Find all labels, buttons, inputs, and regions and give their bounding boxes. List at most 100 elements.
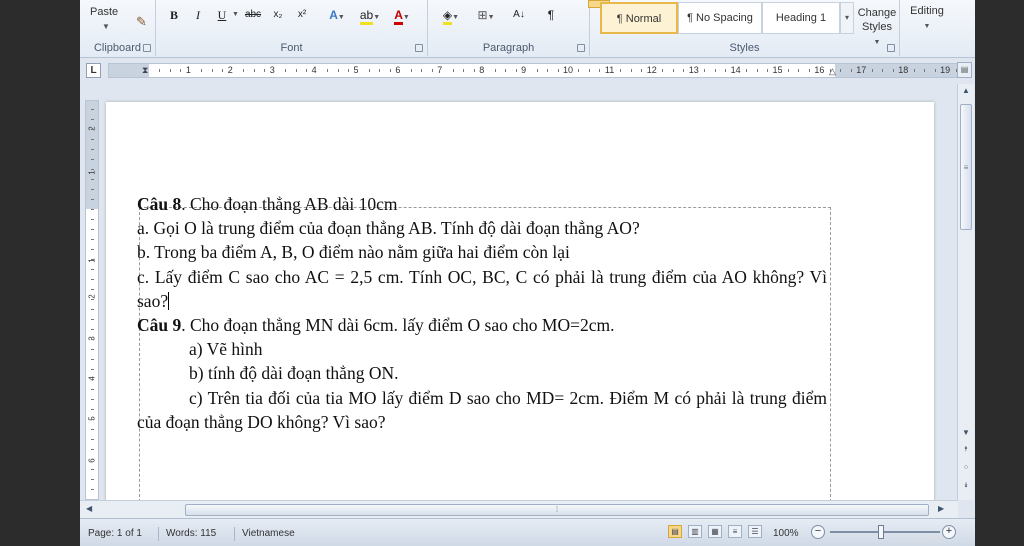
styles-gallery-more-icon[interactable]: ▾: [840, 2, 854, 34]
word-count[interactable]: Words: 115: [166, 528, 216, 539]
view-ruler-icon[interactable]: ▤: [957, 62, 972, 78]
bold-button[interactable]: B: [168, 6, 180, 24]
vertical-scrollbar[interactable]: ▲ ≡ ▼ ⯭ ○ ⯯: [957, 84, 974, 500]
change-styles-label: Change Styles: [857, 7, 897, 33]
web-layout-icon[interactable]: ▦: [708, 525, 722, 538]
paste-button[interactable]: Paste: [90, 6, 118, 18]
page-count[interactable]: Page: 1 of 1: [88, 528, 142, 539]
ruler-tick: [337, 69, 339, 72]
vertical-ruler-tick: [91, 319, 94, 320]
scroll-left-icon[interactable]: ◀: [86, 504, 92, 513]
editing-label: Editing: [910, 5, 944, 17]
ruler-tick: [871, 69, 873, 72]
vertical-ruler-tick: [91, 229, 94, 230]
editing-button[interactable]: Editing ▼: [904, 4, 950, 34]
borders-icon[interactable]: ⊞▼: [474, 6, 498, 24]
horizontal-scrollbar[interactable]: ◀ ⁞ ▶: [80, 500, 958, 518]
tab-selector-button[interactable]: L: [86, 63, 101, 78]
ruler-number: 7: [437, 65, 443, 75]
ruler-tick: [892, 69, 894, 72]
ruler-tick: [630, 69, 632, 72]
previous-page-icon[interactable]: ⯭: [962, 446, 970, 454]
font-color-icon[interactable]: A▼: [390, 6, 414, 25]
word-window: Paste ▼ ✎ Clipboard B I U ▼ abc x₂ x² A▼…: [80, 0, 975, 546]
style-heading-1[interactable]: Heading 1: [762, 2, 840, 34]
sort-icon[interactable]: A↓: [510, 6, 528, 24]
print-layout-view-icon[interactable]: ▤: [668, 525, 682, 538]
next-page-icon[interactable]: ⯯: [962, 482, 970, 490]
language-indicator[interactable]: Vietnamese: [242, 528, 295, 539]
zoom-out-button[interactable]: −: [811, 525, 825, 539]
ruler-tick: [389, 69, 391, 72]
style-no-spacing[interactable]: ¶ No Spacing: [678, 2, 762, 34]
style-normal[interactable]: ¶ Normal: [600, 2, 678, 34]
clipboard-launcher-icon[interactable]: [143, 44, 151, 52]
scroll-down-icon[interactable]: ▼: [961, 428, 971, 440]
ruler-tick: [379, 69, 381, 72]
ruler-tick: [295, 69, 297, 72]
strikethrough-button[interactable]: abc: [244, 6, 262, 24]
scroll-right-icon[interactable]: ▶: [938, 504, 944, 513]
horizontal-ruler[interactable]: 1 2 3 4 5 6 7 8 9 10 11 12 13 14 15 16 17 18 19 ⧗ △: [108, 63, 966, 78]
font-launcher-icon[interactable]: [415, 44, 423, 52]
vertical-ruler-tick: [91, 149, 94, 150]
vertical-ruler-tick: [91, 299, 94, 300]
draft-view-icon[interactable]: ☰: [748, 525, 762, 538]
ruler-tick: [547, 69, 549, 72]
zoom-in-button[interactable]: +: [942, 525, 956, 539]
vertical-ruler-tick: [91, 329, 94, 330]
underline-button[interactable]: U: [216, 6, 228, 24]
ruler-number: 9: [521, 65, 527, 75]
vertical-ruler-tick: [91, 109, 94, 110]
scroll-up-icon[interactable]: ▲: [961, 86, 971, 98]
q9-line: Câu 9. Cho đoạn thẳng MN dài 6cm. lấy đi…: [137, 313, 827, 337]
vertical-ruler[interactable]: 21123456: [85, 100, 99, 500]
text-effects-icon[interactable]: A▼: [326, 6, 348, 24]
full-screen-reading-icon[interactable]: ▥: [688, 525, 702, 538]
show-formatting-icon[interactable]: ¶: [544, 6, 558, 24]
italic-button[interactable]: I: [192, 6, 204, 24]
ruler-tick: [368, 69, 370, 72]
left-indent-marker-icon[interactable]: ⧗: [142, 64, 148, 77]
vertical-ruler-tick: [91, 239, 94, 240]
zoom-slider-thumb[interactable]: [878, 525, 884, 539]
ruler-tick: [934, 69, 936, 72]
ruler-number: 1: [185, 65, 191, 75]
document-text[interactable]: Câu 8. Cho đoạn thẳng AB dài 10cm a. Gọi…: [137, 192, 827, 434]
ruler-tick: [578, 69, 580, 72]
ruler-tick: [840, 69, 842, 72]
paragraph-launcher-icon[interactable]: [577, 44, 585, 52]
ruler-tick: [683, 69, 685, 72]
ruler-number: 12: [646, 65, 657, 75]
zoom-level[interactable]: 100%: [773, 528, 799, 539]
ruler-tick: [505, 69, 507, 72]
q9-text: . Cho đoạn thẳng MN dài 6cm. lấy điểm O …: [181, 315, 615, 336]
vertical-ruler-tick: [91, 199, 94, 200]
ruler-tick: [169, 69, 171, 72]
ruler-number: 18: [898, 65, 909, 75]
taskbar-clock: 9:34 PM: [910, 535, 944, 545]
vertical-ruler-tick: [91, 429, 94, 430]
vertical-scroll-thumb[interactable]: ≡: [960, 104, 972, 230]
vertical-ruler-top-margin: [86, 101, 98, 209]
vertical-ruler-tick: [91, 409, 94, 410]
select-browse-object-icon[interactable]: ○: [962, 464, 970, 471]
format-painter-icon[interactable]: ✎: [136, 14, 147, 30]
shading-icon[interactable]: ◈▼: [438, 6, 464, 25]
styles-launcher-icon[interactable]: [887, 44, 895, 52]
paste-dropdown-icon[interactable]: ▼: [102, 22, 110, 31]
highlight-color-icon[interactable]: ab▼: [358, 6, 382, 25]
underline-dropdown-icon[interactable]: ▼: [232, 6, 239, 24]
subscript-button[interactable]: x₂: [270, 6, 286, 24]
ruler-number: 19: [940, 65, 951, 75]
outline-view-icon[interactable]: ≡: [728, 525, 742, 538]
ruler-tick: [850, 69, 852, 72]
superscript-button[interactable]: x²: [294, 6, 310, 24]
ruler-tick: [306, 69, 308, 72]
vertical-ruler-tick: [91, 279, 94, 280]
vertical-ruler-tick: [91, 349, 94, 350]
ruler-tick: [536, 69, 538, 72]
right-indent-marker-icon[interactable]: △: [829, 66, 836, 77]
zoom-slider-track[interactable]: [830, 531, 940, 533]
horizontal-scroll-thumb[interactable]: ⁞: [185, 504, 929, 516]
